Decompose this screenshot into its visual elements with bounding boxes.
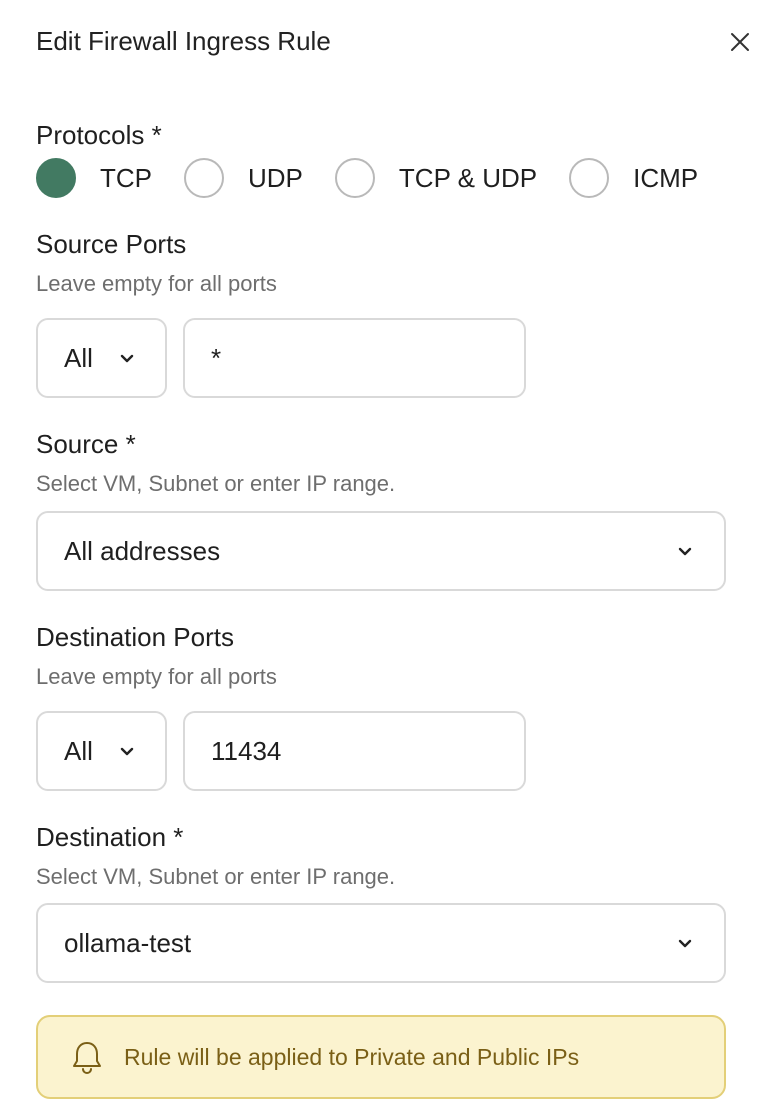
protocols-radio-group: TCP UDP TCP & UDP ICMP (36, 158, 698, 198)
radio-icmp-label[interactable]: ICMP (633, 163, 698, 193)
source-label: Source * (36, 429, 136, 459)
destination-ports-mode-select[interactable]: All (36, 711, 167, 791)
destination-select-value: ollama-test (64, 928, 192, 958)
destination-label: Destination * (36, 822, 184, 852)
source-ports-input-value: * (211, 343, 222, 373)
notice-text: Rule will be applied to Private and Publ… (124, 1044, 580, 1070)
dialog-title: Edit Firewall Ingress Rule (36, 26, 331, 56)
destination-ports-hint: Leave empty for all ports (36, 664, 277, 689)
destination-ports-input-value: 11434 (211, 736, 282, 766)
chevron-down-icon (120, 747, 134, 756)
chevron-down-icon (678, 547, 692, 556)
chevron-down-icon (120, 354, 134, 363)
close-icon (731, 33, 749, 51)
firewall-rule-dialog: Edit Firewall Ingress Rule Protocols * T… (0, 0, 768, 1110)
source-ports-mode-select[interactable]: All (36, 318, 167, 398)
source-ports-mode-value: All (64, 343, 93, 373)
chevron-down-icon (678, 939, 692, 948)
bell-icon (73, 1042, 101, 1075)
source-ports-hint: Leave empty for all ports (36, 271, 277, 296)
destination-ports-label: Destination Ports (36, 622, 234, 652)
destination-select[interactable]: ollama-test (36, 903, 726, 983)
source-select-value: All addresses (64, 536, 221, 566)
radio-udp[interactable] (184, 158, 224, 198)
source-select[interactable]: All addresses (36, 511, 726, 591)
destination-ports-mode-value: All (64, 736, 93, 766)
info-notice: Rule will be applied to Private and Publ… (36, 1015, 726, 1099)
radio-tcp-label[interactable]: TCP (100, 163, 152, 193)
destination-ports-input[interactable]: 11434 (183, 711, 526, 791)
radio-tcp-udp[interactable] (334, 158, 375, 198)
source-ports-label: Source Ports (36, 229, 187, 259)
protocols-label: Protocols * (36, 120, 162, 150)
destination-hint: Select VM, Subnet or enter IP range. (36, 864, 396, 889)
radio-tcp-udp-label[interactable]: TCP & UDP (399, 163, 537, 193)
radio-icmp[interactable] (569, 158, 610, 198)
close-button[interactable] (726, 28, 754, 56)
source-hint: Select VM, Subnet or enter IP range. (36, 471, 396, 496)
source-ports-input[interactable]: * (183, 318, 526, 398)
radio-tcp[interactable] (36, 158, 76, 198)
radio-udp-label[interactable]: UDP (248, 163, 303, 193)
